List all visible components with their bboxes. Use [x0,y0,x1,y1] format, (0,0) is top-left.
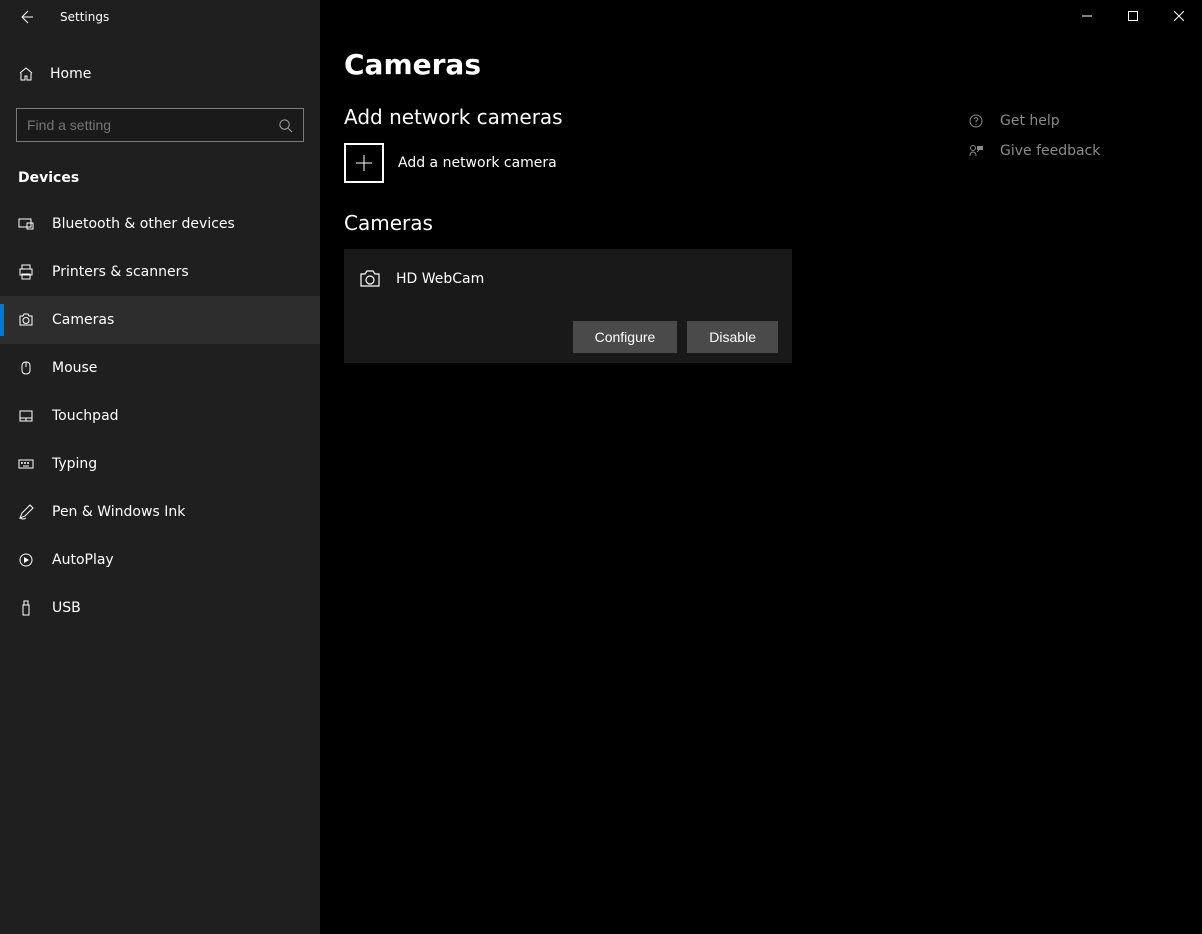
sidebar-home-label: Home [50,66,91,82]
get-help-label: Get help [1000,113,1060,129]
sidebar-item-label: AutoPlay [52,552,114,568]
keyboard-icon [18,456,34,472]
mouse-icon [18,360,34,376]
sidebar-item-typing[interactable]: Typing [0,440,320,488]
sidebar-item-label: Pen & Windows Ink [52,504,185,520]
camera-device-name: HD WebCam [396,271,484,287]
camera-device-card[interactable]: HD WebCam Configure Disable [344,249,792,363]
sidebar-item-label: Mouse [52,360,97,376]
sidebar-item-label: Cameras [52,312,114,328]
bluetooth-icon [18,216,34,232]
sidebar-item-usb[interactable]: USB [0,584,320,632]
give-feedback-link[interactable]: Give feedback [968,143,1100,159]
plus-icon [344,143,384,183]
main-content: Cameras Add network cameras Add a networ… [320,0,1202,934]
usb-icon [18,600,34,616]
window-title: Settings [60,10,109,24]
sidebar-item-touchpad[interactable]: Touchpad [0,392,320,440]
sidebar-item-cameras[interactable]: Cameras [0,296,320,344]
sidebar-item-label: Typing [52,456,97,472]
give-feedback-label: Give feedback [1000,143,1100,159]
camera-icon [18,312,34,328]
feedback-icon [968,143,984,159]
sidebar-item-label: Touchpad [52,408,119,424]
aside-links: Get help Give feedback [968,105,1100,363]
close-button[interactable] [1156,0,1202,32]
maximize-button[interactable] [1110,0,1156,32]
sidebar-section-heading: Devices [0,170,320,186]
disable-button[interactable]: Disable [687,321,778,353]
search-box[interactable] [16,108,304,142]
help-icon [968,113,984,129]
printer-icon [18,264,34,280]
page-title: Cameras [344,48,1178,81]
search-icon [278,118,293,133]
sidebar-item-label: Printers & scanners [52,264,189,280]
add-network-heading: Add network cameras [344,105,904,129]
sidebar-item-pen[interactable]: Pen & Windows Ink [0,488,320,536]
sidebar-item-printers[interactable]: Printers & scanners [0,248,320,296]
get-help-link[interactable]: Get help [968,113,1100,129]
pen-icon [18,504,34,520]
add-network-camera-label: Add a network camera [398,155,557,171]
sidebar-item-label: USB [52,600,81,616]
camera-icon [358,267,382,291]
touchpad-icon [18,408,34,424]
sidebar-item-bluetooth[interactable]: Bluetooth & other devices [0,200,320,248]
sidebar-item-label: Bluetooth & other devices [52,216,235,232]
window-controls [1064,0,1202,32]
sidebar-item-mouse[interactable]: Mouse [0,344,320,392]
back-button[interactable] [18,9,34,25]
sidebar-home[interactable]: Home [0,50,320,98]
search-box-container [0,108,320,142]
content-left: Add network cameras Add a network camera… [344,105,904,363]
add-network-camera-button[interactable]: Add a network camera [344,143,904,183]
home-icon [18,66,34,82]
configure-button[interactable]: Configure [573,321,678,353]
search-input[interactable] [27,117,278,133]
sidebar-item-autoplay[interactable]: AutoPlay [0,536,320,584]
cameras-list-heading: Cameras [344,211,904,235]
minimize-button[interactable] [1064,0,1110,32]
titlebar: Settings [0,0,320,34]
sidebar: Settings Home Devices [0,0,320,934]
autoplay-icon [18,552,34,568]
